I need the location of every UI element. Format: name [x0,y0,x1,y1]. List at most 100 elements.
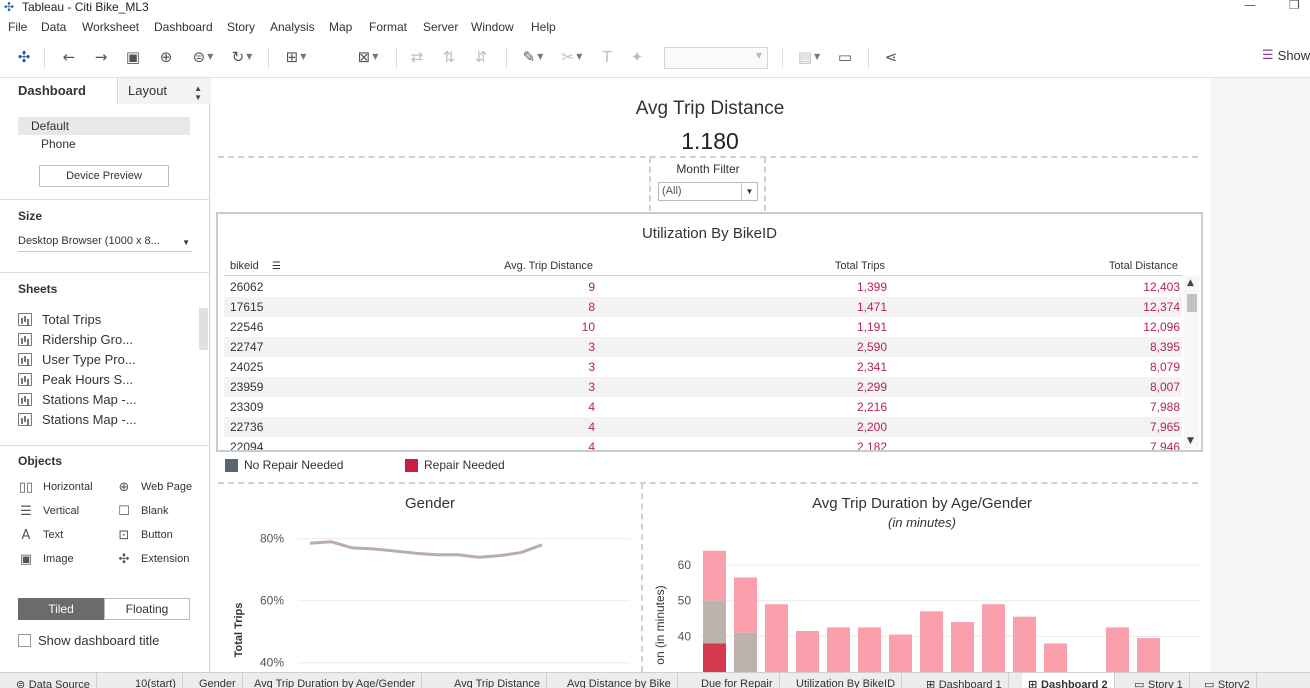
sheet-item[interactable]: Stations Map -... [18,410,137,428]
maximize-icon[interactable]: ❐ [1289,0,1300,12]
swap-icon[interactable]: ⇄ [406,46,428,68]
bar-segment[interactable] [1044,643,1067,672]
line-series[interactable] [309,540,543,559]
pin-icon[interactable]: ✦ [626,46,648,68]
new-worksheet-icon[interactable]: ⊞ ▼ [278,46,314,68]
menu-server[interactable]: Server [423,20,458,34]
sheet-tab[interactable]: Avg Trip Duration by Age/Gender [248,673,423,688]
menu-help[interactable]: Help [531,20,556,34]
sheet-tab[interactable]: ⊜ Data Source [10,673,97,688]
column-header-total-trips[interactable]: Total Trips [835,260,885,272]
menu-format[interactable]: Format [369,20,407,34]
sort-icon[interactable]: ☰ [272,261,281,272]
sort-ascending-icon[interactable]: ⇅ [438,46,460,68]
object-extension[interactable]: ✣ Extension [116,550,190,568]
menu-map[interactable]: Map [329,20,352,34]
sheet-tab[interactable]: ▭ Story 1 [1128,673,1190,688]
sheet-tab[interactable]: ⊞ Dashboard 2 [1022,673,1115,688]
object-button[interactable]: ⊡ Button [116,526,173,544]
object-web-page[interactable]: ⊕ Web Page [116,478,193,496]
bar-segment[interactable] [734,632,757,672]
menu-data[interactable]: Data [41,20,66,34]
presentation-icon[interactable]: ▭ [834,46,856,68]
table-row[interactable]: 22736 4 2,200 7,965 [224,417,1182,437]
sheet-tab[interactable]: Avg Distance by Bike [561,673,678,688]
redo-icon[interactable]: → [90,46,112,68]
bar-segment[interactable] [920,611,943,672]
object-blank[interactable]: ☐ Blank [116,502,168,520]
bar-segment[interactable] [796,630,819,672]
sheet-tab[interactable]: 10(start) [129,673,183,688]
legend-item[interactable]: No Repair Needed [225,458,343,472]
tab-layout[interactable]: Layout ▲ ▼ [117,78,210,104]
object-vertical[interactable]: ☰ Vertical [18,502,79,520]
scroll-thumb[interactable] [1187,294,1197,312]
menu-story[interactable]: Story [227,20,255,34]
cards-icon[interactable]: ▤ ▼ [792,46,826,68]
bar-segment[interactable] [703,550,726,601]
bar-segment[interactable] [951,622,974,672]
sheet-item[interactable]: Total Trips [18,310,101,328]
menu-dashboard[interactable]: Dashboard [154,20,213,34]
chevron-down-icon[interactable]: ▼ [1187,436,1194,446]
datasource-options-icon[interactable]: ⊜ ▼ [186,46,220,68]
sheet-tab[interactable]: Utilization By BikeID [790,673,903,688]
group-icon[interactable]: ✂ ▼ [554,46,590,68]
month-filter-dropdown[interactable]: (All) ▼ [658,182,758,201]
column-header-avg-trip-distance[interactable]: Avg. Trip Distance [504,260,593,272]
bar-segment[interactable] [889,634,912,672]
menu-analysis[interactable]: Analysis [270,20,315,34]
menu-file[interactable]: File [8,20,27,34]
tab-dashboard[interactable]: Dashboard [0,78,117,104]
sheet-item[interactable]: Ridership Gro... [18,330,133,348]
table-row[interactable]: 23309 4 2,216 7,988 [224,397,1182,417]
bar-segment[interactable] [703,600,726,644]
table-row[interactable]: 22747 3 2,590 8,395 [224,337,1182,357]
device-default[interactable]: Default [18,117,190,135]
new-datasource-icon[interactable]: ⊕ [155,46,177,68]
undo-icon[interactable]: ← [58,46,80,68]
highlight-icon[interactable]: ✎ ▼ [516,46,550,68]
table-scrollbar[interactable]: ▲ ▼ [1184,276,1199,448]
table-row[interactable]: 24025 3 2,341 8,079 [224,357,1182,377]
column-header-bikeid[interactable]: bikeid ☰ [230,260,281,272]
chevron-up-icon[interactable]: ▲ [1187,278,1194,288]
table-row[interactable]: 26062 9 1,399 12,403 [224,277,1182,297]
sheet-tab[interactable]: Gender [193,673,243,688]
bar-segment[interactable] [1013,616,1036,672]
share-icon[interactable]: ⋖ [880,46,902,68]
clear-sheet-icon[interactable]: ⊠ ▼ [350,46,386,68]
bar-segment[interactable] [734,577,757,633]
sort-descending-icon[interactable]: ⇵ [470,46,492,68]
fit-dropdown[interactable]: ▼ [664,47,768,69]
minimize-icon[interactable]: — [1244,0,1256,12]
bar-segment[interactable] [765,604,788,672]
sheet-item[interactable]: Peak Hours S... [18,370,133,388]
menu-worksheet[interactable]: Worksheet [82,20,139,34]
column-header-total-distance[interactable]: Total Distance [1109,260,1178,272]
legend-item[interactable]: Repair Needed [405,458,505,472]
table-row[interactable]: 22094 4 2,182 7,946 [224,437,1182,450]
bar-segment[interactable] [703,643,726,672]
bar-segment[interactable] [827,627,850,672]
sheet-tab[interactable]: ⊞ Dashboard 1 [920,673,1009,688]
sheet-tab[interactable]: Due for Repair [695,673,780,688]
tableau-logo-icon[interactable]: ✣ [14,46,34,68]
save-icon[interactable]: ▣ [122,46,144,68]
sheet-tab[interactable]: ▭ Story2 [1198,673,1257,688]
object-text[interactable]: A Text [18,526,64,544]
bar-segment[interactable] [1137,638,1160,672]
object-image[interactable]: ▣ Image [18,550,74,568]
size-dropdown[interactable]: Desktop Browser (1000 x 8... ▼ [18,232,192,252]
table-row[interactable]: 23959 3 2,299 8,007 [224,377,1182,397]
object-horizontal[interactable]: ▯▯ Horizontal [18,478,93,496]
menu-window[interactable]: Window [471,20,514,34]
refresh-icon[interactable]: ↻ ▼ [224,46,260,68]
label-icon[interactable]: T [596,46,618,68]
sheet-item[interactable]: User Type Pro... [18,350,136,368]
floating-button[interactable]: Floating [104,598,190,620]
bar-segment[interactable] [982,604,1005,672]
sheet-item[interactable]: Stations Map -... [18,390,137,408]
table-row[interactable]: 22546 10 1,191 12,096 [224,317,1182,337]
device-preview-button[interactable]: Device Preview [39,165,169,187]
